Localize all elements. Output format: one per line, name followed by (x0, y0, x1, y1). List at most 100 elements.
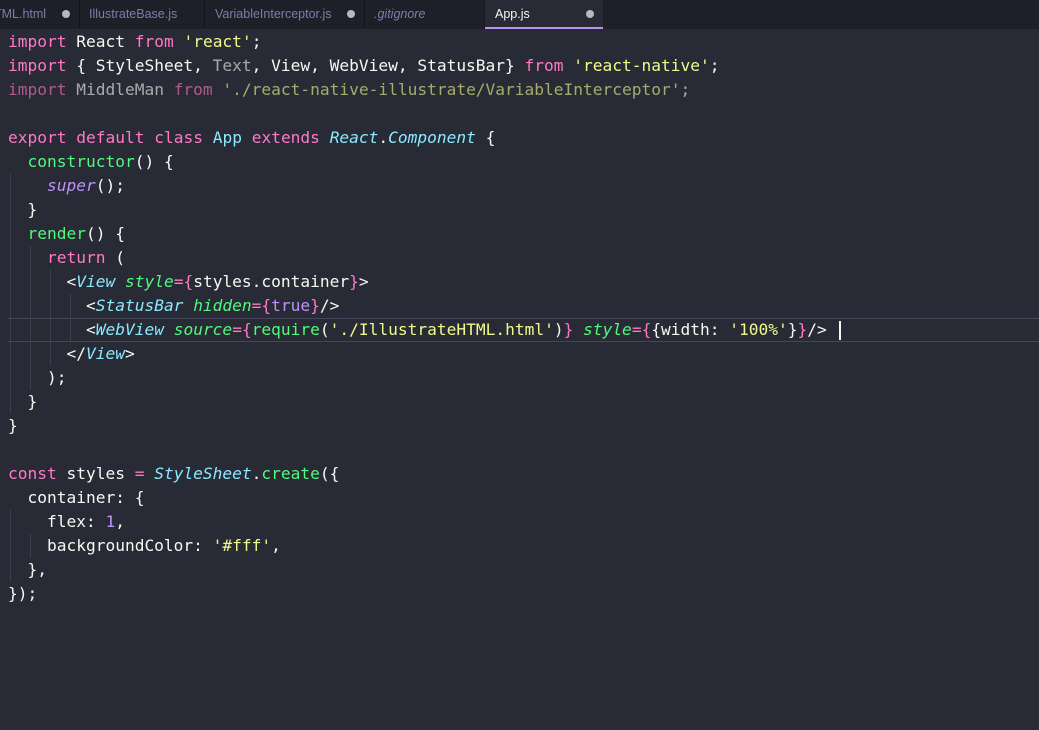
code-token: WebView (95, 320, 164, 339)
code-token: constructor (27, 152, 135, 171)
code-line-17: } (8, 414, 18, 438)
code-token: import (8, 80, 67, 99)
code-line-5: export default class App extends React.C… (8, 126, 495, 150)
code-token: View (85, 344, 125, 363)
code-token: { (183, 272, 194, 291)
tab-illustratebase-js[interactable]: IllustrateBase.js (80, 0, 205, 29)
code-token: , (271, 536, 281, 555)
code-token: from (173, 80, 213, 99)
code-token: ; (680, 80, 691, 99)
code-token: = (173, 272, 184, 291)
tab-label: IllustrateBase.js (89, 7, 178, 21)
code-token: > (358, 272, 369, 291)
code-token: default (76, 128, 145, 147)
code-token: true (271, 296, 311, 315)
code-token: flex: (8, 512, 106, 531)
code-token: { (641, 320, 652, 339)
code-token: ( (319, 320, 330, 339)
code-token: > (124, 344, 135, 363)
code-line-15: ); (8, 366, 67, 390)
code-line-3: import MiddleMan from './react-native-il… (8, 78, 690, 102)
code-line-7: super(); (8, 174, 125, 198)
code-line-19: const styles = StyleSheet.create({ (8, 462, 339, 486)
unsaved-dot-icon[interactable] (586, 10, 594, 18)
code-token: create (261, 464, 320, 483)
code-token: '100%' (729, 320, 788, 339)
code-token: from (134, 32, 174, 51)
code-token: < (8, 320, 96, 339)
code-line-22: backgroundColor: '#fff', (8, 534, 281, 558)
tab-variableinterceptor-js[interactable]: VariableInterceptor.js (205, 0, 365, 29)
code-token: React (329, 128, 379, 147)
tab-bar: TML.html IllustrateBase.js VariableInter… (0, 0, 1039, 29)
code-token: , (115, 512, 125, 531)
code-token: } (349, 272, 359, 291)
code-token: < (8, 296, 96, 315)
code-token: }, (8, 560, 47, 579)
code-line-16: } (8, 390, 37, 414)
code-token: style (124, 272, 174, 291)
code-token: . (251, 464, 262, 483)
code-token: import (8, 32, 67, 51)
code-token: } (787, 320, 798, 339)
code-token: MiddleMan (66, 80, 174, 99)
code-token: } (563, 320, 574, 339)
code-token: = (134, 464, 145, 483)
code-line-8: } (8, 198, 37, 222)
code-token: }); (8, 584, 38, 603)
code-token: import (8, 56, 67, 75)
unsaved-dot-icon[interactable] (347, 10, 355, 18)
code-token: styles.container (193, 272, 350, 291)
code-token: /> (319, 296, 340, 315)
unsaved-dot-icon[interactable] (62, 10, 70, 18)
code-token: './IllustrateHTML.html' (329, 320, 554, 339)
tab-label: .gitignore (374, 7, 426, 21)
code-token: = (251, 296, 262, 315)
code-token: 1 (105, 512, 116, 531)
tab-app-js[interactable]: App.js (485, 0, 603, 29)
code-token: } (8, 392, 38, 411)
code-token: style (583, 320, 632, 339)
code-line-21: flex: 1, (8, 510, 125, 534)
code-area[interactable]: import React from 'react'; import { Styl… (0, 30, 1039, 730)
code-token: ) (553, 320, 564, 339)
active-tab-indicator (485, 27, 603, 29)
code-line-9: render() { (8, 222, 125, 246)
code-token: } (310, 296, 320, 315)
tab-tml-html[interactable]: TML.html (0, 0, 80, 29)
code-token: require (251, 320, 320, 339)
code-token: export (8, 128, 67, 147)
tab-gitignore[interactable]: .gitignore (365, 0, 485, 29)
code-token: from (524, 56, 564, 75)
code-token: = (631, 320, 642, 339)
code-token: (); (95, 176, 125, 195)
code-token: { (261, 296, 272, 315)
code-token: App (212, 128, 242, 147)
code-token: = (232, 320, 242, 339)
tab-label: App.js (495, 7, 530, 21)
code-token: /> (807, 320, 827, 339)
code-token: Component (388, 128, 476, 147)
code-token: ( (105, 248, 125, 267)
code-token: () { (85, 224, 125, 243)
tab-label: TML.html (0, 7, 47, 21)
code-token: ({ (319, 464, 340, 483)
code-token: 'react-native' (573, 56, 710, 75)
code-line-14: </View> (8, 342, 135, 366)
code-token: StyleSheet (154, 464, 252, 483)
code-token: React (66, 32, 135, 51)
code-token: ); (8, 368, 67, 387)
code-line-24: }); (8, 582, 37, 606)
tab-label: VariableInterceptor.js (215, 7, 332, 21)
